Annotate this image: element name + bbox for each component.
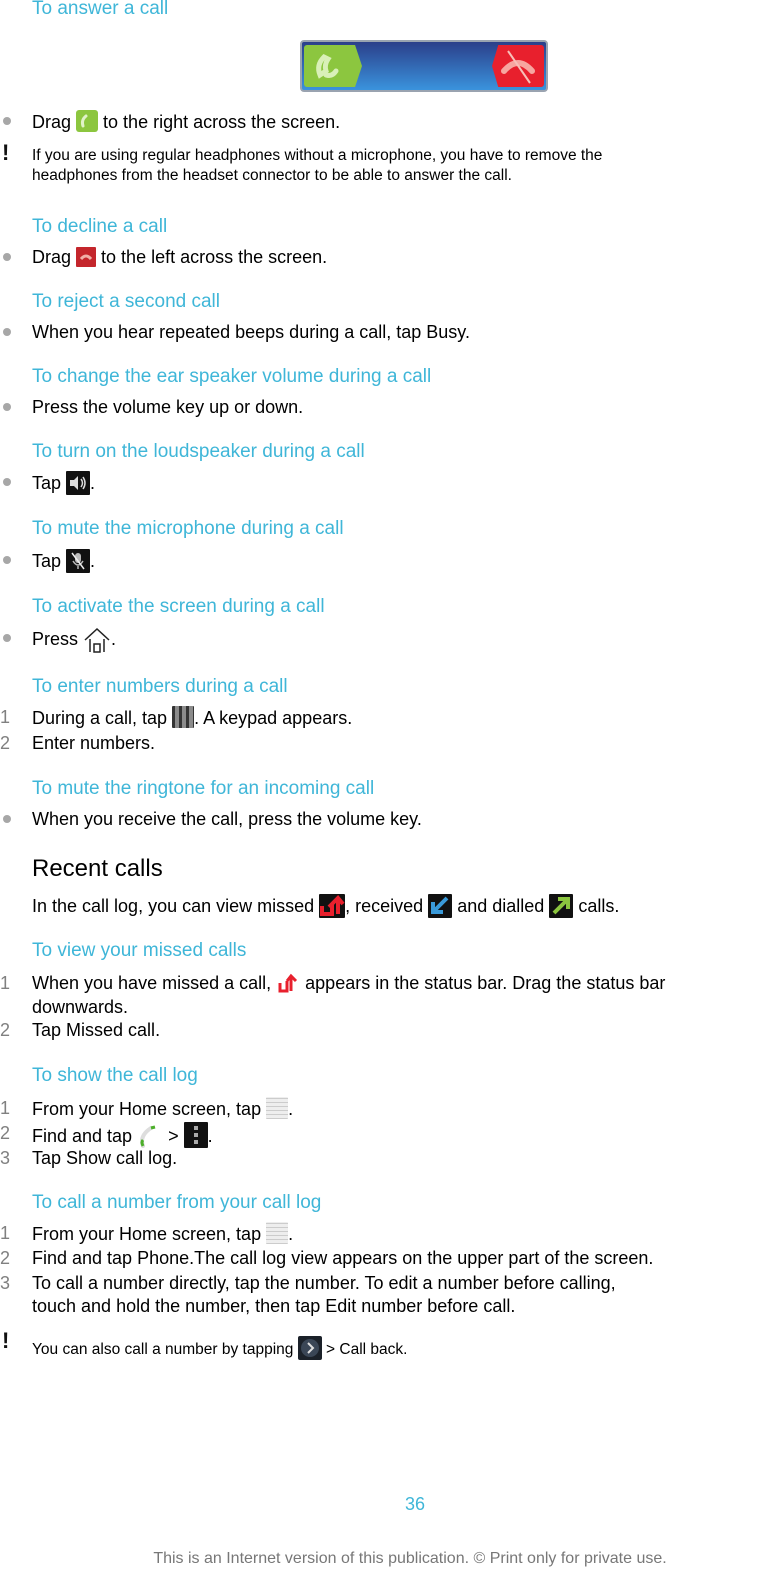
missed-call-icon [319, 894, 346, 918]
step-number: 1 [0, 1098, 11, 1118]
call-log-step-3: To call a number directly, tap the numbe… [32, 1273, 616, 1293]
phone-icon [137, 1124, 163, 1148]
answer-note: If you are using regular headphones with… [32, 147, 603, 184]
heading-loudspeaker: To turn on the loudspeaker during a call [32, 441, 365, 462]
answer-step: Drag to the right across the screen. [32, 110, 341, 132]
exclamation-icon: ! [2, 140, 10, 165]
dialled-call-icon [549, 894, 574, 918]
received-call-icon [428, 894, 453, 918]
answer-slider-image [300, 40, 548, 92]
missed-call-icon [276, 973, 300, 993]
heading-decline-call: To decline a call [32, 216, 168, 237]
call-back-label: Call back [339, 1341, 404, 1358]
menu-icon [183, 1122, 208, 1148]
phone-label: Phone [137, 1248, 190, 1268]
phone-answer-icon [76, 110, 99, 132]
bullet [3, 403, 11, 411]
heading-activate-screen: To activate the screen during a call [32, 596, 325, 617]
decline-step: Drag to the left across the screen. [32, 247, 328, 267]
bullet [3, 253, 11, 261]
speaker-icon [66, 471, 91, 495]
call-back-note: You can also call a number by tapping > … [32, 1336, 407, 1360]
mute-mic-step: Tap . [32, 549, 96, 573]
missed-step-1: When you have missed a call, appears in … [32, 973, 666, 993]
step-number: 2 [0, 733, 11, 753]
step-number: 1 [0, 707, 11, 727]
numbers-step-1: During a call, tap . A keypad appears. [32, 706, 353, 728]
bullet [3, 117, 11, 125]
heading-view-missed-calls: To view your missed calls [32, 940, 247, 961]
bullet [3, 556, 11, 564]
numbers-step-2: Enter numbers. [32, 733, 156, 753]
mic-mute-icon [66, 549, 91, 573]
missed-step-2: Tap Missed call. [32, 1020, 161, 1040]
reject-step: When you hear repeated beeps during a ca… [32, 322, 470, 342]
busy-label: Busy [426, 322, 465, 342]
bullet [3, 634, 11, 642]
bullet [3, 328, 11, 336]
app-grid-icon [266, 1097, 289, 1119]
step-number: 2 [0, 1020, 11, 1040]
heading-enter-numbers: To enter numbers during a call [32, 676, 288, 697]
heading-show-call-log: To show the call log [32, 1065, 198, 1086]
missed-call-label: Missed call [66, 1020, 156, 1040]
show-log-step-2: Find and tap > . [32, 1122, 213, 1148]
answer-handle [304, 45, 362, 87]
keypad-icon [172, 706, 195, 728]
home-icon [83, 627, 111, 653]
phone-decline-icon [76, 247, 97, 267]
arrow-right-icon [297, 1336, 322, 1360]
phone-answer-icon [316, 53, 339, 79]
footer-notice: This is an Internet version of this publ… [153, 1550, 667, 1567]
activate-step: Press . [32, 627, 116, 653]
missed-step-1-cont: downwards. [32, 997, 129, 1017]
step-number: 3 [0, 1148, 11, 1168]
app-grid-icon [266, 1222, 289, 1244]
recent-calls-intro: In the call log, you can view missed , r… [32, 894, 620, 918]
loudspeaker-step: Tap . [32, 471, 96, 495]
section-title-recent-calls: Recent calls [32, 855, 163, 882]
step-number: 1 [0, 1223, 11, 1243]
step-number: 1 [0, 973, 11, 993]
show-log-step-3: Tap Show call log. [32, 1148, 178, 1168]
heading-mute-microphone: To mute the microphone during a call [32, 518, 344, 539]
phone-decline-icon [501, 50, 535, 84]
decline-handle [492, 45, 544, 87]
volume-step: Press the volume key up or down. [32, 397, 304, 417]
edit-number-before-call-label: Edit number before call [325, 1296, 511, 1316]
call-log-step-2: Find and tap Phone.The call log view app… [32, 1248, 654, 1268]
heading-mute-ringtone: To mute the ringtone for an incoming cal… [32, 778, 375, 799]
step-number: 3 [0, 1273, 11, 1293]
show-call-log-label: Show call log [66, 1148, 173, 1168]
call-log-step-1: From your Home screen, tap . [32, 1222, 294, 1244]
step-number: 2 [0, 1123, 11, 1143]
bullet [3, 478, 11, 486]
exclamation-icon: ! [2, 1328, 10, 1353]
heading-ear-speaker-volume: To change the ear speaker volume during … [32, 366, 432, 387]
heading-reject-second-call: To reject a second call [32, 291, 220, 312]
step-number: 2 [0, 1248, 11, 1268]
page-number: 36 [404, 1494, 426, 1514]
heading-call-from-log: To call a number from your call log [32, 1192, 322, 1213]
show-log-step-1: From your Home screen, tap . [32, 1097, 294, 1119]
call-log-step-3-cont: touch and hold the number, then tap Edit… [32, 1296, 516, 1316]
bullet [3, 815, 11, 823]
heading-answer-call: To answer a call [32, 0, 169, 19]
ringtone-step: When you receive the call, press the vol… [32, 809, 422, 829]
